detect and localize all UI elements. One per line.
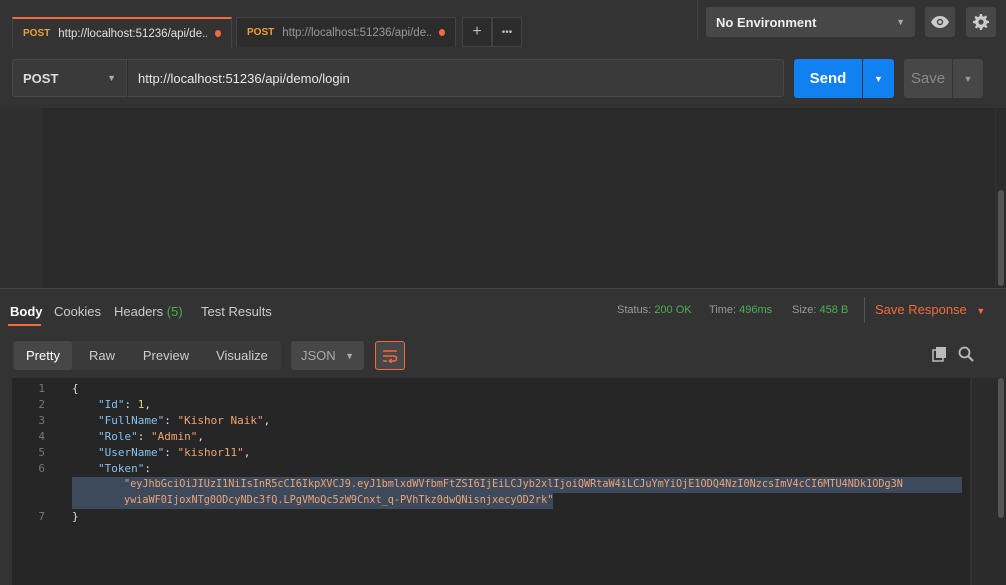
copy-icon[interactable] bbox=[932, 346, 948, 362]
code-line-selected: "eyJhbGciOiJIUzI1NiIsInR5cCI6IkpXVCJ9.ey… bbox=[72, 477, 962, 493]
header-divider bbox=[697, 0, 698, 40]
time-label: Time: bbox=[709, 304, 737, 316]
language-label: JSON bbox=[301, 348, 336, 363]
send-options-button[interactable]: ▼ bbox=[863, 59, 894, 98]
tab-body[interactable]: Body bbox=[10, 304, 43, 319]
json-key: "Token" bbox=[98, 462, 145, 475]
tab-cookies[interactable]: Cookies bbox=[54, 304, 101, 319]
plus-icon: + bbox=[472, 23, 482, 40]
new-tab-button[interactable]: + bbox=[462, 17, 492, 47]
chevron-down-icon: ▼ bbox=[874, 73, 883, 84]
line-number: 1 bbox=[38, 382, 45, 395]
scrollbar-thumb[interactable] bbox=[998, 190, 1004, 286]
save-options-button[interactable]: ▼ bbox=[953, 59, 983, 98]
json-string: "kishor11" bbox=[177, 446, 244, 459]
code-line: { bbox=[72, 381, 79, 397]
tab-method: POST bbox=[23, 28, 51, 39]
active-tab-indicator bbox=[8, 324, 41, 326]
environment-select[interactable]: No Environment ▼ bbox=[706, 7, 915, 37]
save-response-label: Save Response bbox=[875, 302, 967, 317]
save-response-button[interactable]: Save Response ▼ bbox=[875, 302, 985, 317]
pane-divider[interactable] bbox=[0, 288, 1006, 289]
chevron-down-icon: ▼ bbox=[976, 306, 986, 316]
open-brace: { bbox=[72, 382, 79, 395]
code-line: "Role": "Admin", bbox=[98, 430, 204, 443]
chevron-down-icon: ▼ bbox=[345, 350, 354, 361]
code-line: "UserName": "kishor11", bbox=[98, 446, 251, 459]
code-line: } bbox=[72, 509, 79, 525]
search-icon[interactable] bbox=[958, 346, 974, 362]
save-button[interactable]: Save bbox=[904, 59, 952, 98]
request-tab-1[interactable]: POST http://localhost:51236/api/de... bbox=[12, 17, 232, 48]
json-key: "UserName" bbox=[98, 446, 165, 459]
line-number: 2 bbox=[38, 398, 45, 411]
tab-headers[interactable]: Headers (5) bbox=[114, 304, 183, 319]
line-number: 6 bbox=[38, 462, 45, 475]
wrap-lines-icon bbox=[383, 349, 398, 363]
json-string: "Kishor Naik" bbox=[177, 414, 264, 427]
headers-count-badge: (5) bbox=[166, 304, 183, 319]
line-number: 4 bbox=[38, 430, 45, 443]
method-select[interactable]: POST ▼ bbox=[12, 59, 127, 97]
status-separator bbox=[864, 297, 865, 323]
time-value: 496ms bbox=[739, 304, 773, 316]
eye-icon bbox=[931, 16, 949, 28]
tab-test-results[interactable]: Test Results bbox=[201, 304, 272, 319]
request-tab-2[interactable]: POST http://localhost:51236/api/de... bbox=[236, 17, 456, 47]
view-preview-button[interactable]: Preview bbox=[132, 341, 200, 370]
tab-url: http://localhost:51236/api/de... bbox=[58, 27, 207, 40]
chevron-down-icon: ▼ bbox=[107, 73, 116, 83]
time-info: Time: 496ms bbox=[709, 304, 772, 316]
status-info: Status: 200 OK bbox=[617, 304, 692, 316]
json-key: "FullName" bbox=[98, 414, 165, 427]
tab-url: http://localhost:51236/api/de... bbox=[282, 26, 431, 39]
environment-quick-look-button[interactable] bbox=[925, 7, 955, 37]
size-label: Size: bbox=[792, 304, 817, 316]
size-value: 458 B bbox=[819, 304, 849, 316]
tab-method: POST bbox=[247, 27, 275, 38]
status-value: 200 OK bbox=[654, 304, 692, 316]
scrollbar-thumb[interactable] bbox=[998, 378, 1004, 518]
json-string: "eyJhbGciOiJIUzI1NiIsInR5cCI6IkpXVCJ9.ey… bbox=[124, 479, 903, 490]
json-string: "Admin" bbox=[151, 430, 198, 443]
tab-headers-label: Headers bbox=[114, 304, 164, 319]
tab-options-button[interactable]: ••• bbox=[492, 17, 522, 47]
close-brace: } bbox=[72, 510, 79, 523]
chevron-down-icon: ▼ bbox=[896, 17, 905, 27]
settings-button[interactable] bbox=[966, 7, 996, 37]
json-key: "Id" bbox=[98, 398, 125, 411]
line-number: 7 bbox=[38, 510, 45, 523]
line-number: 3 bbox=[38, 414, 45, 427]
url-input[interactable]: http://localhost:51236/api/demo/login bbox=[127, 59, 784, 97]
code-line-selected: ywiaWF0IjoxNTg0ODcyNDc3fQ.LPgVMoQc5zW9Cn… bbox=[72, 493, 554, 509]
status-label: Status: bbox=[617, 304, 652, 316]
send-button[interactable]: Send bbox=[794, 59, 862, 98]
method-label: POST bbox=[23, 70, 59, 86]
view-pretty-button[interactable]: Pretty bbox=[14, 341, 72, 370]
view-visualize-button[interactable]: Visualize bbox=[205, 341, 279, 370]
json-string: ywiaWF0IjoxNTg0ODcyNDc3fQ.LPgVMoQc5zW9Cn… bbox=[124, 495, 554, 506]
chevron-down-icon: ▼ bbox=[963, 73, 973, 84]
request-body-editor[interactable] bbox=[0, 108, 995, 288]
size-info: Size: 458 B bbox=[792, 304, 848, 316]
code-line: "Token": bbox=[98, 462, 151, 475]
environment-label: No Environment bbox=[716, 14, 817, 30]
wrap-lines-button[interactable] bbox=[375, 341, 405, 370]
view-raw-button[interactable]: Raw bbox=[76, 341, 128, 370]
json-key: "Role" bbox=[98, 430, 138, 443]
gear-icon bbox=[973, 14, 989, 30]
more-icon: ••• bbox=[501, 26, 513, 38]
url-text: http://localhost:51236/api/demo/login bbox=[138, 70, 350, 86]
code-line: "FullName": "Kishor Naik", bbox=[98, 414, 271, 427]
code-line: "Id": 1, bbox=[98, 398, 151, 411]
line-number: 5 bbox=[38, 446, 45, 459]
language-select[interactable]: JSON ▼ bbox=[291, 341, 364, 370]
request-editor-gutter bbox=[0, 108, 43, 288]
unsaved-dot-icon bbox=[438, 29, 445, 36]
unsaved-dot-icon bbox=[214, 30, 221, 37]
